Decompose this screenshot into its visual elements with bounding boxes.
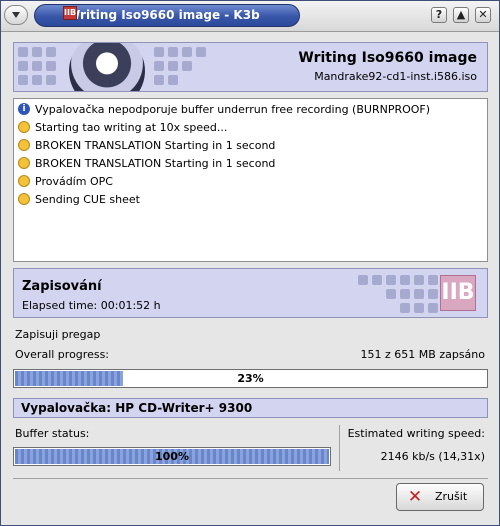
job-title: Writing Iso9660 image (298, 50, 477, 66)
job-header-panel: Writing Iso9660 image Mandrake92-cd1-ins… (13, 42, 488, 92)
k3b-mascot-icon (69, 43, 145, 91)
vertical-divider (339, 425, 340, 471)
log-text: Provádím OPC (35, 175, 113, 188)
title-bar[interactable]: Writing Iso9660 image - K3b IIB ? ▲ ✕ (1, 1, 499, 32)
cancel-button-label: Zrušit (435, 490, 468, 503)
job-image-name: Mandrake92-cd1-inst.i586.iso (314, 70, 477, 83)
log-item: BROKEN TRANSLATION Starting in 1 second (18, 155, 275, 173)
log-item: Starting tao writing at 10x speed... (18, 119, 227, 137)
overall-progress-percent: 23% (237, 372, 264, 385)
buffer-progress-percent: 100% (155, 450, 189, 463)
log-list[interactable]: i Vypalovačka nepodporuje buffer underrun… (13, 98, 488, 262)
status-panel: Zapisování Elapsed time: 00:01:52 h IIB (13, 268, 488, 318)
note-icon (18, 175, 30, 187)
cancel-icon: ✕ (407, 487, 423, 507)
log-item: Sending CUE sheet (18, 191, 140, 209)
k3b-logo-icon: IIB (440, 275, 476, 311)
window-menu-button[interactable] (4, 5, 28, 25)
burn-dialog-window: Writing Iso9660 image - K3b IIB ? ▲ ✕ Wr… (0, 0, 500, 526)
log-text: BROKEN TRANSLATION Starting in 1 second (35, 157, 276, 170)
overall-progress-label: Overall progress: (15, 348, 109, 361)
writing-speed-value: 2146 kb/s (14,31x) (380, 450, 485, 463)
close-button[interactable]: ✕ (475, 7, 491, 23)
writing-speed-label: Estimated writing speed: (347, 427, 485, 440)
log-text: BROKEN TRANSLATION Starting in 1 second (35, 139, 276, 152)
note-icon (18, 157, 30, 169)
status-title: Zapisování (22, 279, 102, 294)
k3b-logo-icon: IIB (63, 6, 77, 20)
overall-progress-amount: 151 z 651 MB zapsáno (360, 348, 485, 361)
cancel-button[interactable]: ✕ Zrušit (396, 483, 484, 511)
log-text: Vypalovačka nepodporuje buffer underrun … (35, 103, 431, 116)
note-icon (18, 121, 30, 133)
buffer-status-label: Buffer status: (15, 427, 90, 440)
note-icon (18, 139, 30, 151)
help-button[interactable]: ? (431, 7, 447, 23)
log-item: Provádím OPC (18, 173, 113, 191)
log-item: BROKEN TRANSLATION Starting in 1 second (18, 137, 275, 155)
log-text: Sending CUE sheet (35, 193, 140, 206)
overall-progress-bar: 23% (13, 369, 488, 388)
horizontal-divider (13, 478, 488, 479)
device-label: Vypalovačka: HP CD-Writer+ 9300 (13, 398, 488, 418)
task-label: Zapisuji pregap (15, 328, 101, 341)
info-icon: i (18, 103, 30, 115)
shade-button[interactable]: ▲ (453, 7, 469, 23)
log-item: i Vypalovačka nepodporuje buffer underrun… (18, 101, 430, 119)
note-icon (18, 193, 30, 205)
elapsed-time: Elapsed time: 00:01:52 h (22, 299, 161, 312)
log-text: Starting tao writing at 10x speed... (35, 121, 228, 134)
buffer-progress-bar: 100% (13, 447, 331, 466)
